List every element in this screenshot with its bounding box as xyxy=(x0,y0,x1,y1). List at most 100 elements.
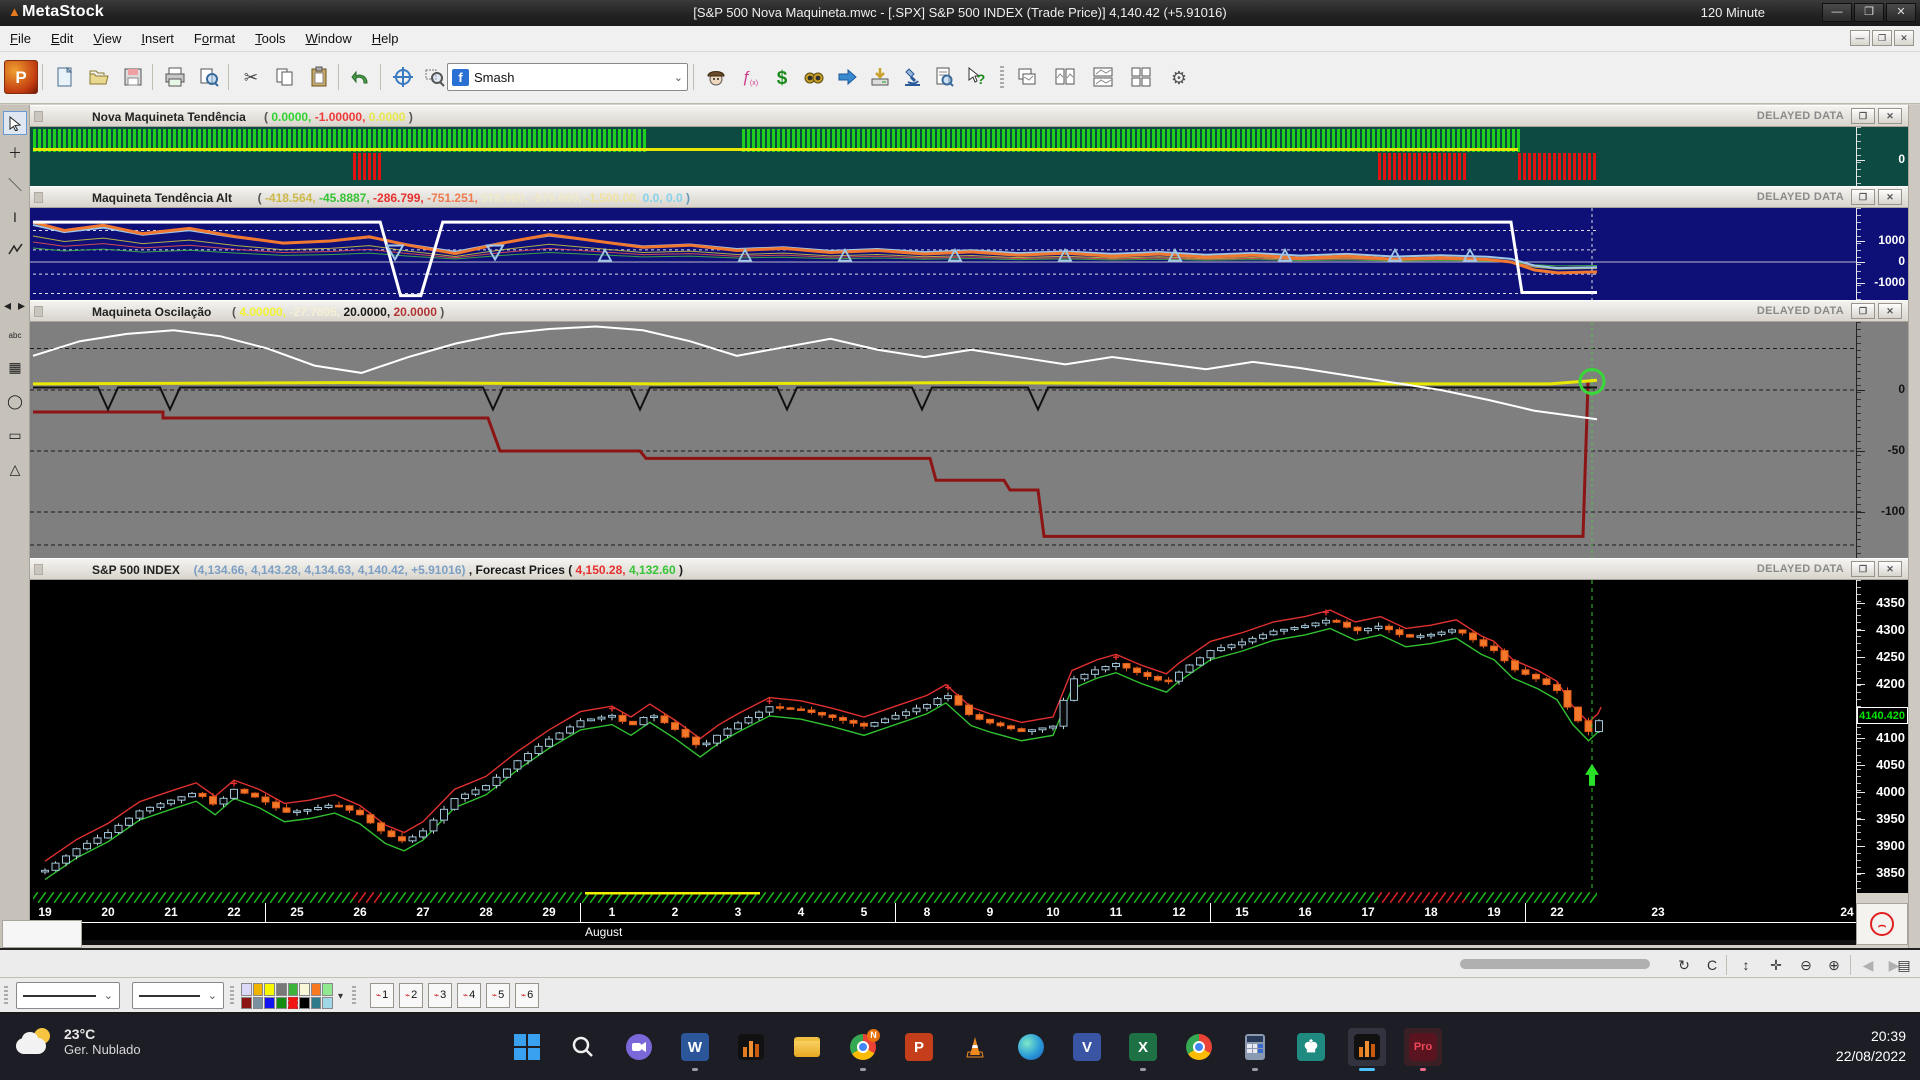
color-swatch[interactable] xyxy=(264,983,275,996)
menu-view[interactable]: View xyxy=(83,26,131,46)
compress-c-button[interactable]: C xyxy=(1700,953,1724,977)
color-swatch[interactable] xyxy=(276,997,287,1010)
taskbar-icon-word[interactable]: W xyxy=(676,1028,714,1066)
taskbar-icon-chat-video[interactable] xyxy=(620,1028,658,1066)
horizontal-scrollbar[interactable] xyxy=(1460,959,1650,969)
pan-button[interactable]: ✛ xyxy=(1764,953,1788,977)
taskbar-icon-chrome-notify[interactable]: N xyxy=(844,1028,882,1066)
rectangle-tool[interactable]: ▭ xyxy=(3,423,27,447)
period-button-5[interactable]: ⌁5 xyxy=(486,983,510,1008)
taskbar-icon-metastock[interactable] xyxy=(732,1028,770,1066)
taskbar-icon-visio[interactable]: V xyxy=(1068,1028,1106,1066)
color-swatch[interactable] xyxy=(288,997,299,1010)
menu-help[interactable]: Help xyxy=(362,26,409,46)
toolbar-grip[interactable] xyxy=(4,986,8,1006)
power-console-button[interactable]: P xyxy=(4,60,38,94)
menu-edit[interactable]: Edit xyxy=(41,26,83,46)
panel-plot-2[interactable] xyxy=(30,208,1856,300)
taskbar-clock[interactable]: 20:39 22/08/2022 xyxy=(1836,1026,1906,1066)
vertical-scale-button[interactable]: ↕ xyxy=(1734,953,1758,977)
toolbar-grip[interactable] xyxy=(230,986,234,1006)
trendline[interactable]: ＼ xyxy=(3,173,27,197)
pointer[interactable] xyxy=(3,111,27,135)
panel-close-button[interactable]: ✕ xyxy=(1878,108,1902,124)
line-weight-dropdown[interactable]: ⌄ xyxy=(132,982,224,1009)
zoom-box-button[interactable] xyxy=(420,62,450,92)
report-button[interactable] xyxy=(929,62,959,92)
paste-button[interactable] xyxy=(304,62,334,92)
close-button[interactable]: ✕ xyxy=(1886,3,1916,22)
panel-plot-3[interactable] xyxy=(30,322,1856,558)
panel-plot-4[interactable] xyxy=(30,580,1856,893)
panel-restore-button[interactable]: ❐ xyxy=(1851,108,1875,124)
save-button[interactable] xyxy=(118,62,148,92)
grid-tool[interactable]: ▦ xyxy=(3,355,27,379)
taskbar-icon-edge[interactable] xyxy=(1012,1028,1050,1066)
panel-header-grip[interactable] xyxy=(34,564,43,575)
taskbar-icon-chrome[interactable] xyxy=(1180,1028,1218,1066)
new-chart-button[interactable] xyxy=(50,62,80,92)
expert-advisor-button[interactable] xyxy=(701,62,731,92)
taskbar-icon-metastock-active[interactable] xyxy=(1348,1028,1386,1066)
palette-dropdown-arrow[interactable]: ▾ xyxy=(338,991,343,1002)
menu-insert[interactable]: Insert xyxy=(131,26,184,46)
color-swatch[interactable] xyxy=(253,983,264,996)
forecaster-button[interactable] xyxy=(832,62,862,92)
taskbar-icon-search[interactable] xyxy=(564,1028,602,1066)
text-tool[interactable]: I xyxy=(3,205,27,229)
scroll-left[interactable]: ◂ xyxy=(1,293,14,317)
line-style-dropdown[interactable]: ⌄ xyxy=(16,982,120,1009)
color-swatch[interactable] xyxy=(322,983,333,996)
color-swatch[interactable] xyxy=(241,983,252,996)
undo-button[interactable] xyxy=(346,62,376,92)
period-button-1[interactable]: ⌁1 xyxy=(370,983,394,1008)
panel-close-button[interactable]: ✕ xyxy=(1878,303,1902,319)
abc-tool[interactable]: abc xyxy=(3,323,27,347)
panel-header-grip[interactable] xyxy=(34,192,43,203)
taskbar-icon-windows-start[interactable] xyxy=(508,1028,546,1066)
scroll-right[interactable]: ▸ xyxy=(15,293,28,317)
copy-button[interactable] xyxy=(270,62,300,92)
crosshair-tool[interactable]: ＋ xyxy=(3,141,27,165)
taskbar-weather[interactable]: 23°C Ger. Nublado xyxy=(14,1026,141,1066)
page-left-button[interactable]: ◀ xyxy=(1856,953,1880,977)
cascade-windows-button[interactable] xyxy=(1012,62,1042,92)
color-swatch[interactable] xyxy=(322,997,333,1010)
color-swatch[interactable] xyxy=(276,983,287,996)
ellipse-tool[interactable]: ◯ xyxy=(3,389,27,413)
menu-format[interactable]: Format xyxy=(184,26,245,46)
taskbar-icon-excel[interactable]: X xyxy=(1124,1028,1162,1066)
panel-header-grip[interactable] xyxy=(34,111,43,122)
explorer-button[interactable] xyxy=(799,62,829,92)
polyline[interactable] xyxy=(3,237,27,261)
color-swatch[interactable] xyxy=(299,983,310,996)
print-button[interactable] xyxy=(160,62,190,92)
context-help-button[interactable]: ? xyxy=(961,62,991,92)
indicator-builder-button[interactable]: ƒ(x) xyxy=(734,62,764,92)
tile-vertical-button[interactable] xyxy=(1050,62,1080,92)
refresh-button[interactable]: ↻ xyxy=(1672,953,1696,977)
dollar-systems-button[interactable]: $ xyxy=(767,62,797,92)
panel-restore-button[interactable]: ❐ xyxy=(1851,561,1875,577)
cut-button[interactable]: ✂ xyxy=(236,62,266,92)
period-button-2[interactable]: ⌁2 xyxy=(399,983,423,1008)
toolbar-grip[interactable] xyxy=(1000,66,1004,88)
tile-grid-button[interactable] xyxy=(1126,62,1156,92)
color-swatch[interactable] xyxy=(253,997,264,1010)
period-button-6[interactable]: ⌁6 xyxy=(515,983,539,1008)
panel-restore-button[interactable]: ❐ xyxy=(1851,189,1875,205)
child-close-button[interactable]: ✕ xyxy=(1894,30,1914,46)
triangle-tool[interactable]: △ xyxy=(3,457,27,481)
color-swatch[interactable] xyxy=(299,997,310,1010)
zoom-out-button[interactable]: ⊖ xyxy=(1794,953,1818,977)
menu-file[interactable]: File xyxy=(0,26,41,46)
color-swatch[interactable] xyxy=(241,997,252,1010)
taskbar-icon-vlc[interactable] xyxy=(956,1028,994,1066)
crosshair-button[interactable] xyxy=(388,62,418,92)
taskbar-icon-calculator[interactable] xyxy=(1236,1028,1274,1066)
color-swatch[interactable] xyxy=(288,983,299,996)
microscope-button[interactable] xyxy=(897,62,927,92)
period-button-4[interactable]: ⌁4 xyxy=(457,983,481,1008)
taskbar-icon-powerpoint[interactable]: P xyxy=(900,1028,938,1066)
template-combo[interactable]: f Smash ⌄ xyxy=(447,63,688,91)
